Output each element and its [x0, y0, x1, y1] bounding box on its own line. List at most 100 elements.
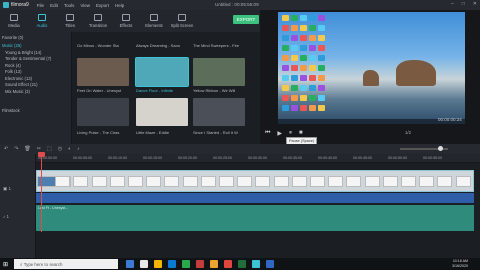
media-thumbnail[interactable] [193, 98, 245, 126]
preview-ratio[interactable]: 1/2 [405, 130, 411, 135]
menu-item-edit[interactable]: Edit [50, 3, 58, 8]
tab-label: Audio [36, 23, 48, 28]
audio-icon[interactable]: ♪ [77, 146, 80, 152]
desktop-icon [300, 35, 307, 41]
zoom-knob[interactable] [438, 146, 443, 151]
video-frame [437, 176, 453, 187]
desktop-icon [282, 85, 289, 91]
play-icon[interactable]: ▶ [277, 130, 282, 137]
taskbar-app-icon[interactable] [196, 260, 204, 268]
desktop-icon [318, 85, 325, 91]
ruler-tick: 00:00:55:00 [423, 156, 442, 160]
tab-elements[interactable]: Elements [140, 10, 168, 32]
effects-icon [122, 14, 130, 21]
library-item[interactable]: Music (26) [2, 43, 22, 48]
tab-titles[interactable]: Titles [56, 10, 84, 32]
tab-label: Elements [145, 23, 163, 28]
menu-item-help[interactable]: Help [115, 3, 124, 8]
library-item[interactable]: Tender & Sentimental (7) [5, 56, 51, 61]
undo-icon[interactable]: ↶ [4, 146, 8, 152]
taskbar-app-icon[interactable] [182, 260, 190, 268]
tab-split-screen[interactable]: Split Screen [168, 10, 196, 32]
desktop-icon [318, 105, 325, 111]
taskbar-app-icon[interactable] [154, 260, 162, 268]
taskbar-app-icon[interactable] [210, 260, 218, 268]
library-item[interactable]: Sound Effect (21) [5, 82, 38, 87]
audio-clip-label: Lost Ft - Unesyst... [38, 206, 69, 210]
library-panel: Favorite (0) Filmstock Music (26) Young &… [0, 32, 72, 144]
elements-icon [150, 14, 158, 21]
menu-item-tools[interactable]: Tools [64, 3, 75, 8]
media-caption: The Mind Sweepers - Fire [193, 43, 240, 48]
menu-item-view[interactable]: View [80, 3, 90, 8]
redo-icon[interactable]: ↷ [14, 146, 18, 152]
filmora-logo-icon [3, 2, 9, 8]
taskbar-app-icon[interactable] [238, 260, 246, 268]
video-frame [128, 176, 143, 187]
taskbar-app-icon[interactable] [266, 260, 274, 268]
library-item[interactable]: Folk (13) [5, 69, 22, 74]
taskbar-app-icon[interactable] [140, 260, 148, 268]
taskbar-app-icon[interactable] [224, 260, 232, 268]
crop-icon[interactable]: ⬚ [47, 146, 52, 152]
color-icon[interactable]: ◐ [68, 146, 71, 152]
desktop-icon [300, 55, 307, 61]
preview-video[interactable] [278, 12, 465, 124]
tab-media[interactable]: Media [0, 10, 28, 32]
ruler-tick: 00:00:10:00 [108, 156, 127, 160]
video-clip[interactable] [36, 170, 474, 192]
export-button[interactable]: EXPORT [233, 15, 259, 24]
playhead[interactable] [41, 152, 42, 232]
taskbar-app-icon[interactable] [126, 260, 134, 268]
audio-track-label: ♪ 1 [3, 214, 10, 219]
delete-icon[interactable]: 🗑 [24, 146, 30, 152]
library-item[interactable]: Rock (4) [5, 63, 21, 68]
audio-clip-music[interactable] [36, 205, 474, 231]
filmstock-item[interactable]: Filmstock [2, 108, 20, 113]
timeline-ruler[interactable]: 00:00:00:00 00:00:05:00 00:00:10:00 00:00:1… [36, 154, 480, 163]
pause-icon[interactable]: ⏸ [289, 130, 292, 137]
menu-item-file[interactable]: File [37, 3, 44, 8]
speed-icon[interactable]: ◷ [58, 146, 62, 152]
tab-transition[interactable]: Transition [84, 10, 112, 32]
minimize-icon[interactable]: – [451, 1, 454, 7]
preview-timecode: 00:00:00:24 [438, 117, 462, 122]
library-item[interactable]: Electronic (13) [5, 76, 32, 81]
favorites-item[interactable]: Favorite (0) [2, 35, 23, 40]
media-grid: Go Minus - Wonder Sta Always Dreaming - S… [72, 32, 260, 144]
maximize-icon[interactable]: □ [462, 1, 465, 7]
video-frame [455, 176, 471, 187]
media-thumbnail[interactable] [136, 98, 188, 126]
tab-audio[interactable]: Audio [28, 10, 56, 32]
media-caption: Living Pulse - The Chas [77, 130, 120, 135]
taskbar-app-icon[interactable] [252, 260, 260, 268]
app-logo: filmora9 [3, 2, 29, 8]
video-frame [146, 176, 162, 187]
menu-item-export[interactable]: Export [96, 3, 109, 8]
ruler-tick: 00:00:35:00 [283, 156, 302, 160]
ruler-tick: 00:00:30:00 [248, 156, 267, 160]
desktop-icon [309, 105, 316, 111]
media-thumbnail[interactable] [77, 98, 129, 126]
ruler-tick: 00:00:05:00 [73, 156, 92, 160]
video-frame [200, 176, 216, 187]
tab-label: Split Screen [170, 23, 194, 28]
video-frame [55, 176, 71, 187]
close-icon[interactable]: ✕ [473, 1, 477, 7]
media-thumbnail[interactable] [77, 58, 129, 86]
taskbar-app-icon[interactable] [168, 260, 176, 268]
desktop-icon [291, 55, 298, 61]
media-thumbnail[interactable] [135, 57, 189, 87]
skip-back-icon[interactable]: ⏮ [265, 130, 270, 137]
desktop-icon [318, 75, 325, 81]
taskbar-search[interactable]: ⌕ Type here to search [14, 259, 118, 269]
library-item[interactable]: Mix Music (3) [5, 89, 30, 94]
library-item[interactable]: Young & Bright (14) [5, 50, 41, 55]
media-thumbnail[interactable] [193, 58, 245, 86]
stop-icon[interactable]: ■ [299, 130, 303, 136]
tab-effects[interactable]: Effects [112, 10, 140, 32]
taskbar-clock[interactable]: 10:18 AM 3/16/2020 [452, 259, 468, 268]
audio-clip-original[interactable] [36, 193, 474, 203]
windows-start-icon[interactable]: ⊞ [3, 261, 8, 268]
ruler-tick: 00:00:50:00 [388, 156, 407, 160]
